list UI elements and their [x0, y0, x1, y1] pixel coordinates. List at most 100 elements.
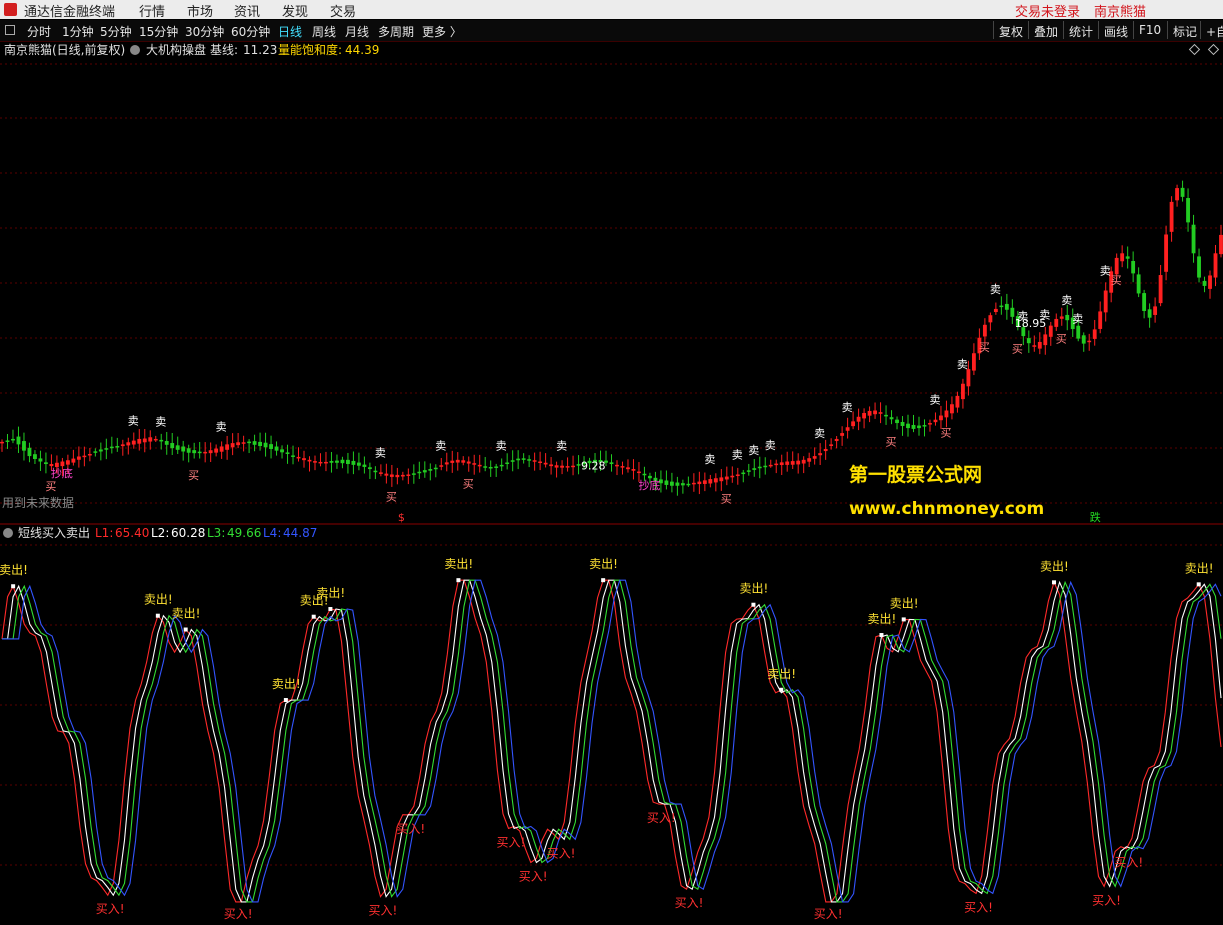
energy-value: 44.39 [345, 43, 379, 57]
candle-body [76, 456, 81, 460]
candle-body [906, 423, 910, 429]
sell-label: 卖 [704, 453, 715, 466]
sub-sell-label: 卖出! [0, 563, 28, 577]
candle-body [236, 442, 241, 446]
candle-body [735, 474, 740, 476]
candle-body [126, 442, 131, 446]
sub-sell-label: 卖出! [767, 667, 796, 681]
sell-label: 卖 [842, 401, 853, 414]
candle-body [543, 462, 548, 465]
candle-body [631, 469, 636, 471]
candle-body [867, 410, 872, 416]
candle-body [878, 412, 883, 414]
candle-body [538, 461, 543, 464]
candle-body [33, 454, 37, 460]
candle-body [1065, 314, 1070, 321]
sub-sell-label: 卖出! [589, 557, 618, 571]
candle-body [669, 481, 674, 486]
future-data-note: 用到未来数据 [2, 495, 74, 510]
candle-body [856, 416, 861, 422]
candle-body [1131, 260, 1136, 274]
l3-value: 49.66 [227, 526, 261, 540]
candle-body [774, 463, 779, 466]
buy-label: 买 [721, 493, 732, 506]
sub-buy-label: 买入! [1114, 856, 1143, 870]
candle-body [1180, 187, 1185, 197]
candle-body [120, 444, 125, 447]
sell-label: 卖 [216, 420, 227, 433]
candle-body [807, 458, 812, 462]
sub-indicator-menu-icon[interactable] [3, 528, 13, 538]
candle-body [560, 465, 565, 468]
candle-body [318, 461, 323, 464]
candle-body [263, 442, 268, 448]
candle-body [378, 472, 383, 474]
sell-label: 卖 [556, 440, 567, 453]
candle-body [367, 467, 372, 470]
candle-body [71, 458, 76, 463]
sell-point [311, 614, 316, 619]
candle-body [862, 413, 867, 419]
sub-sell-label: 卖出! [890, 596, 919, 610]
diamond-icon[interactable] [1207, 43, 1220, 56]
buy-label: 买 [188, 469, 199, 482]
candle-body [686, 483, 691, 486]
sell-label: 卖 [1072, 313, 1083, 326]
candle-body [291, 455, 295, 457]
candle-body [554, 465, 559, 468]
candle-body [335, 460, 339, 463]
sell-label: 卖 [375, 446, 386, 459]
candle-body [571, 465, 575, 468]
sub-buy-label: 买入! [519, 870, 548, 884]
candle-body [1048, 325, 1053, 337]
sell-point [1196, 582, 1201, 587]
candle-body [219, 446, 224, 452]
sub-sell-label: 卖出! [272, 677, 301, 691]
candle-body [340, 459, 345, 464]
candle-body [939, 415, 943, 421]
sub-sell-label: 卖出! [1040, 559, 1069, 573]
indicator-menu-icon[interactable] [130, 45, 140, 55]
candle-body [993, 308, 998, 313]
candle-body [0, 441, 4, 444]
sub-buy-label: 买入! [1092, 893, 1121, 907]
candle-body [801, 459, 806, 464]
sub-buy-label: 买入! [964, 900, 993, 914]
candle-body [834, 438, 839, 442]
candle-body [609, 462, 614, 465]
candle-body [93, 451, 98, 453]
candle-body [406, 474, 411, 476]
candle-body [422, 470, 427, 473]
candle-body [483, 466, 488, 468]
l4-value: 44.87 [283, 526, 317, 540]
sub-buy-label: 买入! [647, 811, 676, 825]
candle-body [505, 462, 510, 465]
sell-point [283, 698, 288, 703]
candle-body [1191, 224, 1196, 254]
candle-body [351, 460, 356, 465]
candle-body [346, 459, 350, 465]
candle-body [225, 444, 230, 450]
candle-body [1169, 201, 1174, 232]
candle-body [785, 461, 790, 465]
candle-body [933, 419, 938, 423]
diamond-icon[interactable] [1188, 43, 1201, 56]
sub-buy-label: 买入! [497, 835, 526, 849]
candle-body [549, 464, 554, 467]
candle-body [1026, 338, 1031, 344]
candle-body [109, 446, 114, 449]
candle-body [1153, 306, 1158, 315]
candle-body [999, 305, 1004, 308]
candle-body [164, 440, 169, 445]
candle-body [1098, 311, 1103, 329]
candle-body [450, 460, 455, 463]
candle-body [1186, 198, 1190, 223]
candle-body [691, 482, 696, 485]
candle-body [950, 404, 954, 414]
candle-body [87, 453, 92, 456]
candle-body [1081, 335, 1086, 344]
candle-body [104, 448, 109, 450]
candle-body [208, 450, 213, 454]
chart-canvas[interactable]: 卖卖卖卖卖卖卖卖卖卖卖卖卖卖卖卖卖卖卖卖 卖买买买买买买买买 买买买抄底抄底18.9… [0, 0, 1223, 925]
candle-body [137, 438, 142, 444]
